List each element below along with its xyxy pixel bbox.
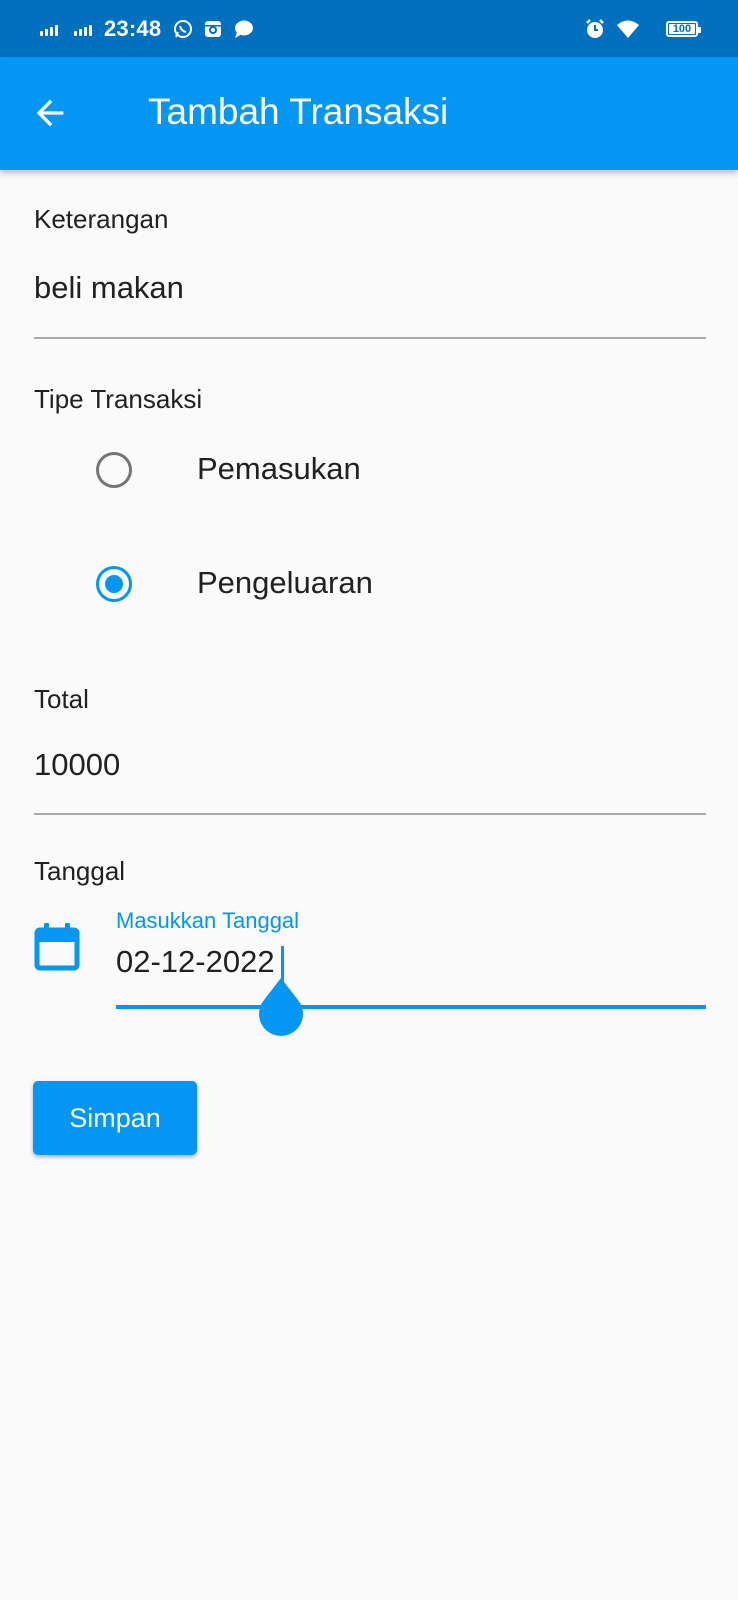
keterangan-underline bbox=[34, 337, 706, 339]
radio-button-pemasukan[interactable] bbox=[96, 452, 132, 488]
tipe-transaksi-label: Tipe Transaksi bbox=[34, 384, 203, 414]
keterangan-input[interactable]: beli makan bbox=[34, 270, 184, 306]
save-button[interactable]: Simpan bbox=[33, 1081, 197, 1155]
total-label: Total bbox=[34, 684, 89, 714]
date-input-underline bbox=[116, 1005, 706, 1009]
date-input[interactable]: 02-12-2022 bbox=[116, 944, 275, 980]
text-selection-handle[interactable] bbox=[258, 978, 304, 1038]
radio-label-pemasukan: Pemasukan bbox=[197, 451, 361, 486]
status-bar: 23:48 100 bbox=[0, 0, 738, 57]
signal-icon bbox=[74, 22, 94, 36]
battery-icon: 100 bbox=[666, 20, 701, 37]
alarm-icon bbox=[584, 18, 606, 40]
status-bar-right: 100 bbox=[584, 0, 701, 57]
radio-option-pemasukan[interactable]: Pemasukan bbox=[0, 426, 738, 516]
whatsapp-icon bbox=[173, 19, 193, 39]
back-button[interactable] bbox=[22, 85, 78, 141]
battery-level: 100 bbox=[672, 22, 692, 35]
total-underline bbox=[34, 813, 706, 815]
arrow-left-icon bbox=[36, 99, 64, 127]
message-icon bbox=[233, 19, 255, 39]
date-input-label: Masukkan Tanggal bbox=[116, 908, 300, 933]
calendar-icon[interactable] bbox=[34, 922, 80, 972]
radio-label-pengeluaran: Pengeluaran bbox=[197, 565, 373, 600]
radio-button-pengeluaran[interactable] bbox=[96, 566, 132, 602]
wifi-icon bbox=[616, 19, 640, 39]
instagram-icon bbox=[203, 19, 223, 39]
signal-icon bbox=[40, 22, 60, 36]
app-bar: Tambah Transaksi bbox=[0, 57, 738, 170]
keterangan-label: Keterangan bbox=[34, 204, 169, 234]
screen: 23:48 100 Tambah Transaksi Keterangan be… bbox=[0, 0, 738, 1600]
status-time: 23:48 bbox=[104, 15, 162, 41]
tanggal-label: Tanggal bbox=[34, 856, 126, 886]
status-bar-left: 23:48 bbox=[40, 0, 265, 57]
total-input[interactable]: 10000 bbox=[34, 747, 120, 783]
radio-option-pengeluaran[interactable]: Pengeluaran bbox=[0, 540, 738, 630]
page-title: Tambah Transaksi bbox=[148, 91, 449, 132]
